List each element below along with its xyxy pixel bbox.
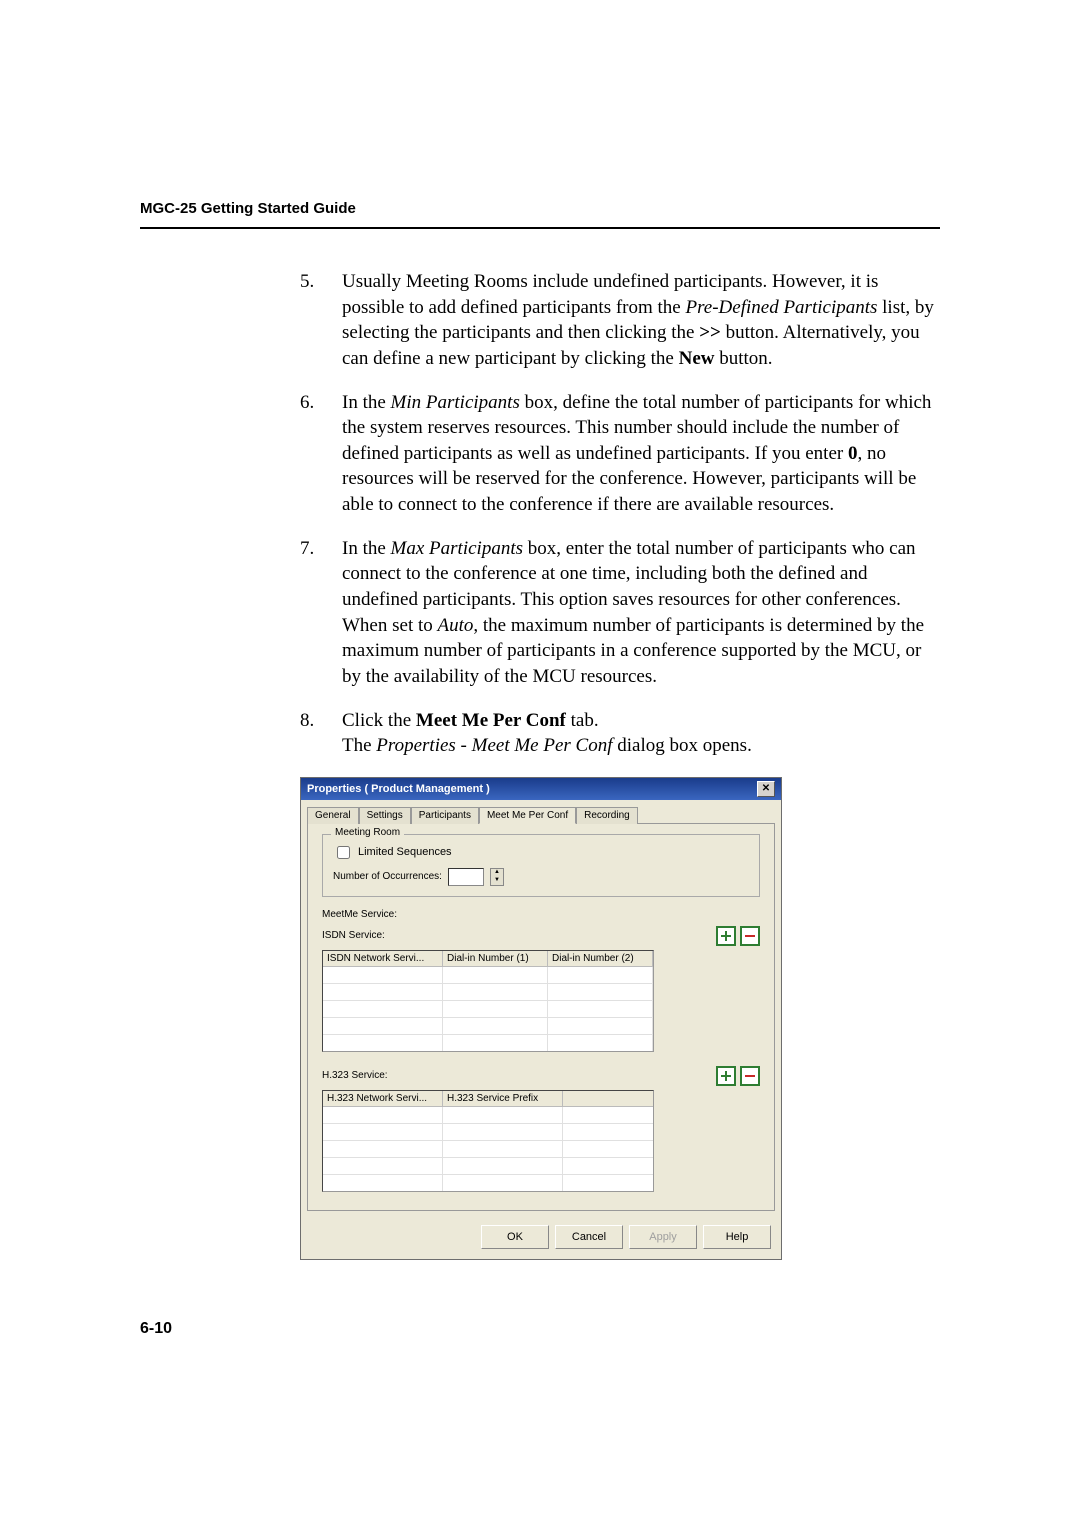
minus-icon	[745, 935, 755, 937]
h323-grid-header: H.323 Network Servi... H.323 Service Pre…	[323, 1091, 653, 1107]
h323-col-network[interactable]: H.323 Network Servi...	[323, 1091, 443, 1106]
tab-meetmeperconf[interactable]: Meet Me Per Conf	[479, 807, 576, 824]
cancel-button[interactable]: Cancel	[555, 1225, 623, 1249]
dialog-titlebar: Properties ( Product Management ) ✕	[301, 778, 781, 800]
content-area: Usually Meeting Rooms include undefined …	[140, 269, 940, 1260]
tab-panel: Meeting Room Limited Sequences Number of…	[307, 823, 775, 1211]
isdn-service-label: ISDN Service:	[322, 930, 385, 941]
h323-grid-body	[323, 1107, 653, 1189]
meeting-room-group-title: Meeting Room	[331, 827, 404, 838]
step5-bold-new: New	[679, 348, 715, 369]
h323-service-row: H.323 Service:	[322, 1066, 760, 1086]
step8-bold-tab: Meet Me Per Conf	[416, 710, 566, 731]
spinner-up-icon: ▲	[491, 869, 503, 877]
h323-remove-button[interactable]	[740, 1066, 760, 1086]
occurrences-row: Number of Occurrences: ▲ ▼	[333, 868, 749, 886]
isdn-col-dialin1[interactable]: Dial-in Number (1)	[443, 951, 548, 966]
close-icon: ✕	[762, 784, 770, 794]
limited-sequences-checkbox[interactable]	[337, 846, 350, 859]
step7-em-maxparticipants: Max Participants	[391, 538, 523, 559]
ok-button[interactable]: OK	[481, 1225, 549, 1249]
h323-service-label: H.323 Service:	[322, 1070, 388, 1081]
step6-text-a: In the	[342, 392, 391, 413]
dialog-button-row: OK Cancel Apply Help	[301, 1217, 781, 1259]
limited-sequences-label: Limited Sequences	[358, 846, 452, 858]
plus-icon	[721, 1071, 731, 1081]
isdn-remove-button[interactable]	[740, 926, 760, 946]
page-number: 6-10	[140, 1320, 940, 1338]
properties-dialog: Properties ( Product Management ) ✕ Gene…	[300, 777, 782, 1260]
step8-text-a: Click the	[342, 710, 416, 731]
h323-add-button[interactable]	[716, 1066, 736, 1086]
h323-col-prefix[interactable]: H.323 Service Prefix	[443, 1091, 563, 1106]
isdn-col-dialin2[interactable]: Dial-in Number (2)	[548, 951, 653, 966]
close-button[interactable]: ✕	[757, 781, 775, 797]
step-6: In the Min Participants box, define the …	[300, 390, 940, 518]
step6-em-minparticipants: Min Participants	[391, 392, 520, 413]
occurrences-spinner[interactable]: ▲ ▼	[490, 868, 504, 886]
occurrences-input[interactable]	[448, 868, 484, 886]
isdn-add-button[interactable]	[716, 926, 736, 946]
doc-header-title: MGC-25 Getting Started Guide	[140, 200, 940, 217]
h323-grid[interactable]: H.323 Network Servi... H.323 Service Pre…	[322, 1090, 654, 1192]
occurrences-label: Number of Occurrences:	[333, 871, 442, 882]
meetme-service-label: MeetMe Service:	[322, 909, 760, 920]
isdn-grid[interactable]: ISDN Network Servi... Dial-in Number (1)…	[322, 950, 654, 1052]
step-7: In the Max Participants box, enter the t…	[300, 536, 940, 690]
plus-icon	[721, 931, 731, 941]
step8-text-d: dialog box opens.	[613, 735, 752, 756]
step5-em-predefined: Pre-Defined Participants	[686, 297, 878, 318]
step-8: Click the Meet Me Per Conf tab. The Prop…	[300, 708, 940, 759]
step7-em-auto: Auto	[438, 615, 474, 636]
meeting-room-group: Meeting Room Limited Sequences Number of…	[322, 834, 760, 897]
step5-bold-arrows: >>	[699, 322, 721, 343]
tab-participants[interactable]: Participants	[411, 807, 479, 824]
limited-sequences-row: Limited Sequences	[333, 843, 749, 862]
help-button[interactable]: Help	[703, 1225, 771, 1249]
apply-button: Apply	[629, 1225, 697, 1249]
step5-text-d: button.	[714, 348, 772, 369]
dialog-tabs: General Settings Participants Meet Me Pe…	[301, 800, 781, 823]
step7-text-a: In the	[342, 538, 391, 559]
isdn-service-row: ISDN Service:	[322, 926, 760, 946]
step8-em-properties: Properties - Meet Me Per Conf	[376, 735, 612, 756]
header-rule	[140, 227, 940, 229]
steps-list: Usually Meeting Rooms include undefined …	[300, 269, 940, 759]
step8-text-b: tab.	[566, 710, 599, 731]
tab-recording[interactable]: Recording	[576, 807, 638, 824]
minus-icon	[745, 1075, 755, 1077]
tab-general[interactable]: General	[307, 807, 359, 824]
isdn-buttons	[716, 926, 760, 946]
isdn-grid-body	[323, 967, 653, 1049]
h323-buttons	[716, 1066, 760, 1086]
step-5: Usually Meeting Rooms include undefined …	[300, 269, 940, 372]
isdn-grid-header: ISDN Network Servi... Dial-in Number (1)…	[323, 951, 653, 967]
spinner-down-icon: ▼	[491, 877, 503, 885]
isdn-col-network[interactable]: ISDN Network Servi...	[323, 951, 443, 966]
tab-settings[interactable]: Settings	[359, 807, 411, 824]
step8-text-c: The	[342, 735, 376, 756]
dialog-title: Properties ( Product Management )	[307, 783, 490, 795]
